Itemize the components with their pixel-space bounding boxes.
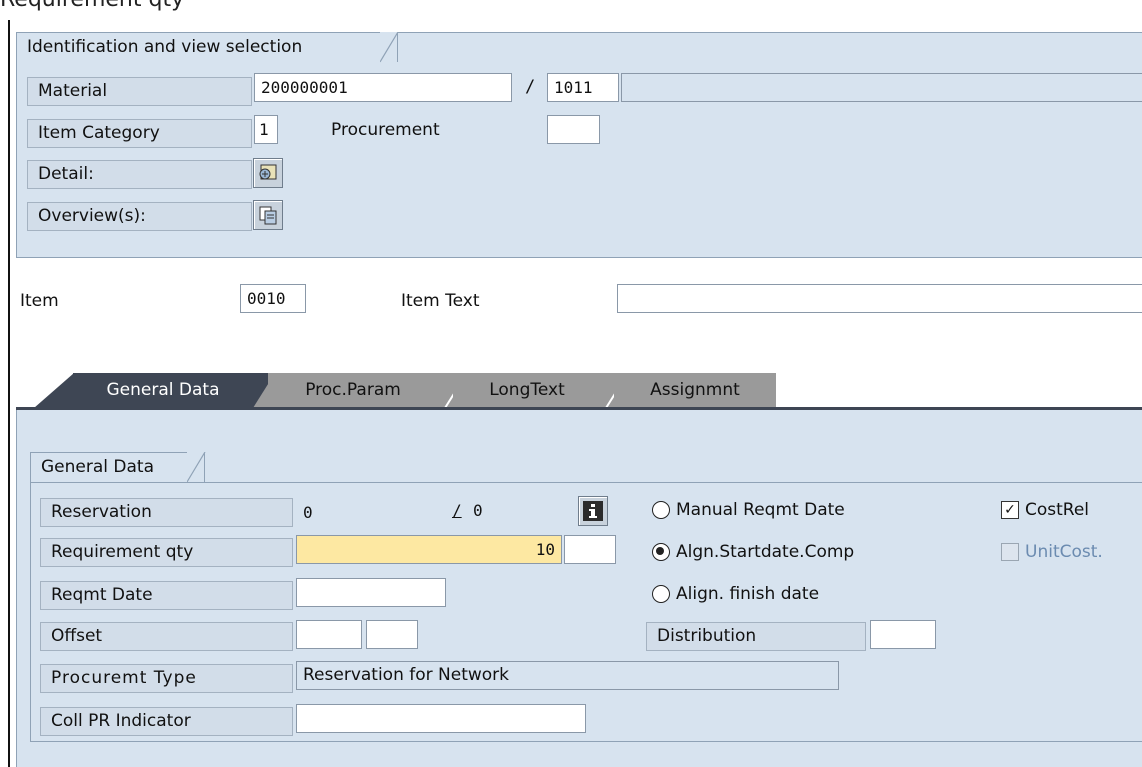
item-text-label: Item Text — [401, 291, 480, 311]
radio-manual-reqmt-date[interactable]: Manual Reqmt Date — [652, 500, 845, 520]
distribution-field[interactable] — [870, 620, 936, 649]
reservation-separator: / — [452, 501, 462, 520]
reqmt-date-label: Reqmt Date — [40, 581, 293, 610]
item-number-field[interactable]: 0010 — [240, 284, 306, 313]
info-icon — [583, 501, 603, 521]
identification-section-title: Identification and view selection — [16, 32, 398, 62]
item-text-field[interactable] — [617, 284, 1142, 313]
tab-assignmnt[interactable]: Assignmnt — [614, 373, 776, 407]
reservation-item: 0 — [473, 501, 483, 520]
tab-proc-param[interactable]: Proc.Param — [268, 373, 438, 407]
reservation-number: 0 — [303, 503, 313, 522]
plant-field[interactable]: 1011 — [547, 73, 619, 102]
unit-field[interactable] — [564, 535, 616, 564]
tab-longtext[interactable]: LongText — [453, 373, 601, 407]
window-title: Requirement qty — [0, 0, 184, 12]
detail-view-icon — [259, 164, 277, 180]
overview-button[interactable] — [253, 200, 283, 230]
material-field[interactable]: 200000001 — [254, 73, 512, 102]
overview-label: Overview(s): — [27, 202, 252, 231]
detail-button[interactable] — [253, 158, 283, 188]
costrel-checkbox[interactable]: ✓ CostRel — [1001, 500, 1089, 520]
section-title-slant — [380, 32, 399, 63]
checkmark-icon: ✓ — [1001, 501, 1019, 519]
general-section-title-slant — [187, 452, 206, 483]
reservation-info-button[interactable] — [578, 496, 608, 526]
radio-dot-selected — [652, 543, 670, 561]
coll-pr-indicator-field[interactable] — [296, 704, 586, 733]
material-label: Material — [27, 77, 252, 106]
radio-align-finish-date[interactable]: Align. finish date — [652, 584, 819, 604]
costrel-label: CostRel — [1025, 500, 1090, 520]
tab-general-data[interactable]: General Data — [73, 373, 253, 407]
material-plant-separator: / — [525, 77, 536, 97]
requirement-qty-label: Requirement qty — [40, 538, 293, 567]
detail-label: Detail: — [27, 160, 252, 189]
unitcost-label: UnitCost. — [1025, 542, 1103, 562]
general-data-section-title: General Data — [30, 452, 205, 482]
radio-dot — [652, 501, 670, 519]
material-description-field — [621, 73, 1142, 102]
tab-active-slant — [34, 373, 74, 408]
procurement-field[interactable] — [547, 115, 600, 144]
reqmt-date-field[interactable] — [296, 578, 446, 607]
left-border-line — [8, 20, 10, 767]
procurement-type-field: Reservation for Network — [296, 661, 839, 690]
unitcost-checkbox: UnitCost. — [1001, 542, 1103, 562]
radio-align-start-label: Algn.Startdate.Comp — [676, 542, 855, 562]
offset-unit-field[interactable] — [366, 620, 418, 649]
coll-pr-indicator-label: Coll PR Indicator — [40, 707, 293, 736]
radio-dot — [652, 585, 670, 603]
procurement-label: Procurement — [331, 120, 440, 140]
item-category-label: Item Category — [27, 119, 252, 148]
procurement-type-label: Procuremt Type — [40, 664, 293, 693]
offset-field[interactable] — [296, 620, 362, 649]
reservation-label: Reservation — [40, 498, 293, 527]
item-category-field[interactable]: 1 — [254, 115, 278, 144]
checkbox-box — [1001, 543, 1019, 561]
radio-align-startdate[interactable]: Algn.Startdate.Comp — [652, 542, 854, 562]
item-label: Item — [20, 291, 59, 311]
distribution-label: Distribution — [646, 622, 866, 651]
overview-icon — [259, 206, 277, 225]
requirement-qty-field[interactable]: 10 — [296, 535, 562, 564]
radio-manual-label: Manual Reqmt Date — [676, 500, 845, 520]
offset-label: Offset — [40, 622, 293, 651]
radio-align-finish-label: Align. finish date — [676, 584, 820, 604]
